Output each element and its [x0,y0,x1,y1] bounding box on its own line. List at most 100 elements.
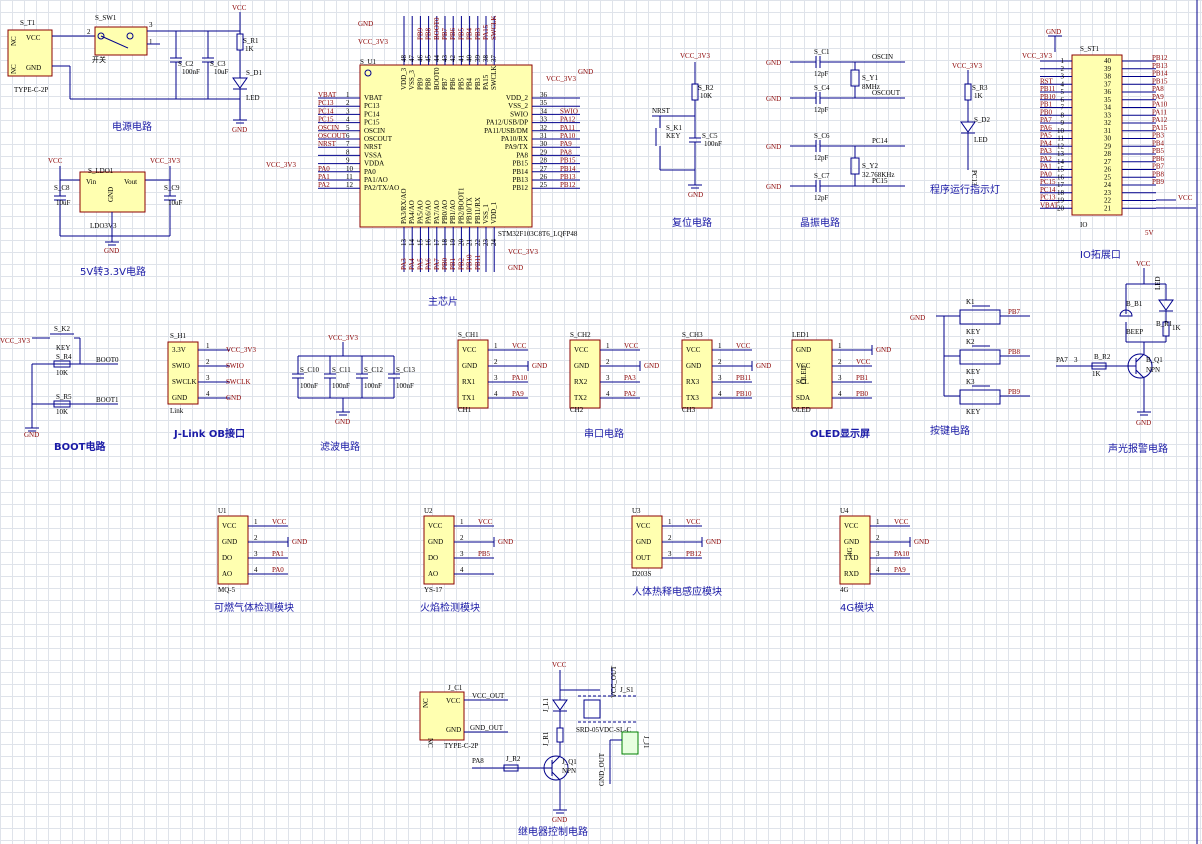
svg-text:GND_OUT: GND_OUT [598,752,606,786]
power-switch-sw1[interactable] [94,26,148,56]
pin-number: 1 [718,342,722,350]
mcu-net-label: PA7 [433,258,441,270]
crystal-y1[interactable] [850,69,860,87]
mcu-pin-name: VBAT [364,94,383,102]
svg-text:3: 3 [149,21,153,29]
jlink-pin-name: 3.3V [172,346,186,354]
pin-name: AO [428,570,438,578]
svg-text:Link: Link [170,407,184,415]
pin-number: 4 [876,566,880,574]
pin-number: 2 [718,358,722,366]
pin-name: AO [222,570,232,578]
key-switch[interactable] [959,309,1001,325]
net-label: VCC [686,518,701,526]
mcu-pin-number: 20 [457,239,465,247]
svg-text:BOOT1: BOOT1 [96,396,119,404]
mcu-block: S_U1 STM32F103C8T6_LQFP48 1 VBAT VBAT 2 PC13… [266,16,593,309]
svg-text:GND: GND [104,247,119,255]
relay-coil[interactable] [583,699,601,719]
mcu-net-label: PB9 [416,27,424,40]
filter-cap-value: 100nF [396,382,414,390]
mcu-pin-number: 11 [346,173,353,181]
mcu-pin-name: PA6/AO [425,200,433,224]
uart-name: CH1 [458,406,472,414]
jlink-net-label: VCC_3V3 [226,346,256,354]
relay-terminal-j1[interactable] [621,731,639,755]
mcu-net-label: PB3 [474,27,482,40]
mcu-pin-number: 22 [474,239,482,247]
indicator-circuit: VCC_3V3 S_R3 1K S_D2 LED PC13 程序运行指示灯 [930,62,1000,196]
crystal-y2[interactable] [850,157,860,175]
mcu-pin-number: 17 [433,239,441,247]
mcu-net-label: PB12 [560,181,576,189]
mcu-pin-number: 6 [346,132,350,140]
svg-text:PA7: PA7 [1056,356,1068,364]
mcu-pin-number: 1 [346,91,350,99]
mcu-pin-name: PB13 [512,176,528,184]
section-title-boot: BOOT电路 [54,440,106,453]
svg-text:J_R2: J_R2 [506,755,521,763]
io-header-connector[interactable] [1071,54,1123,216]
mcu-pin-name: PB2/BOOT1 [457,187,465,224]
svg-text:Vout: Vout [124,178,137,186]
gnd-net-label: GND [644,362,659,370]
pin-number: 4 [718,390,722,398]
filter-circuit: VCC_3V3 S_C10 100nF S_C11 100nF S_C12 100nF S_… [292,334,416,453]
svg-text:J_S1: J_S1 [620,686,634,694]
jlink-pin-number: 2 [206,358,210,366]
svg-text:VCC_3V3: VCC_3V3 [150,157,180,165]
filter-cap-value: 100nF [300,382,318,390]
svg-text:B_Q1: B_Q1 [1146,356,1163,364]
section-title-pir: 人体热释电感应模块 [632,585,722,598]
mcu-pin-name: VDD_1 [490,201,498,224]
svg-text:VCC: VCC [232,4,247,12]
mcu-pin-name: PB11/RX [474,197,482,224]
pin-name: GND [844,538,859,546]
module-ref: U2 [424,507,433,515]
svg-text:1K: 1K [974,92,983,100]
key-switch[interactable] [959,389,1001,405]
key-switch[interactable] [959,349,1001,365]
jlink-pin-number: 1 [206,342,210,350]
mcu-pin-number: 31 [540,132,548,140]
section-title-uart: 串口电路 [584,427,624,440]
switch-ref: S_SW1 [95,14,117,22]
mcu-net-label: PA3 [400,258,408,270]
crystal-cap-ref: S_C4 [814,84,830,92]
pin-name: OUT [636,554,651,562]
relay-led-icon [552,699,568,711]
net-label: PA3 [624,374,636,382]
mcu-pin-name: PA8 [516,151,528,159]
mcu-net-label: PA1 [318,173,330,181]
mcu-pin-number: 41 [457,55,465,63]
svg-text:10K: 10K [56,408,68,416]
pin-number: 4 [460,566,464,574]
svg-text:S_C3: S_C3 [210,60,226,68]
mcu-net-label: PA0 [318,165,330,173]
mcu-net-label: PC15 [318,116,334,124]
module-name: 4G [840,586,849,594]
schematic-canvas: S_T1 TYPE-C-2P VCC GND NC NC S_SW1 开关 2 … [0,0,1198,844]
mcu-pin-number: 29 [540,148,548,156]
mcu-pin-number: 7 [346,140,350,148]
pin-number: 1 [494,342,498,350]
section-title-indicator: 程序运行指示灯 [930,183,1000,196]
uart-ref: S_CH2 [570,331,591,339]
svg-text:S_U1: S_U1 [360,58,376,66]
mcu-pin-number: 4 [346,116,350,124]
jlink-circuit: S_H1 Link 1 3.3V VCC_3V3 2 SWIO SWIO 3 SWCLK SWC… [167,332,256,440]
svg-text:10uF: 10uF [214,68,229,76]
svg-text:NC: NC [426,738,434,748]
svg-text:VCC: VCC [48,157,63,165]
mcu-net-label: BOOT0 [433,17,441,40]
mcu-net-label: PA9 [560,140,572,148]
key-net-label: PB7 [1008,308,1021,316]
mcu-pin-name: PB4 [466,77,474,90]
indicator-led-icon [960,121,976,133]
section-title-jlink: J-Link OB接口 [173,427,245,440]
net-label: PA10 [894,550,910,558]
key-ref: K1 [966,298,975,306]
svg-text:GND: GND [1046,28,1061,36]
key-name: KEY [966,328,980,336]
gnd-net-label: GND [292,538,307,546]
